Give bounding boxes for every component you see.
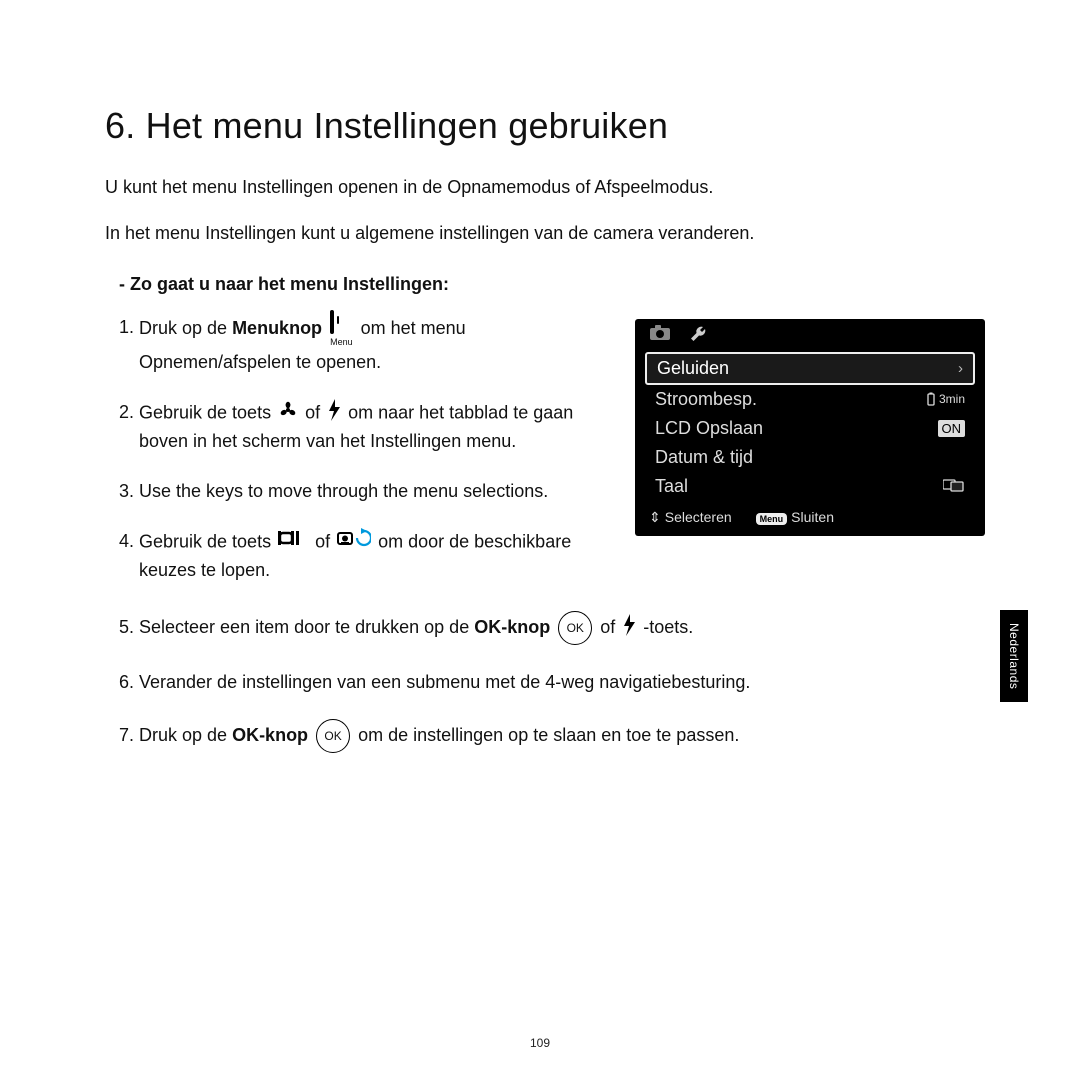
- step-5-text-a: Selecteer een item door te drukken op de: [139, 617, 474, 637]
- menu-chip-icon: Menu: [756, 513, 788, 525]
- step-2-text-a: Gebruik de toets: [139, 402, 276, 422]
- lcd-foot-select: ⇕Selecteren: [649, 509, 732, 526]
- battery-timer-icon: 3min: [925, 392, 965, 406]
- step-7-bold: OK-knop: [232, 725, 308, 745]
- lcd-row-label: Datum & tijd: [655, 447, 753, 468]
- lcd-row-lcdopslaan: LCD Opslaan ON: [645, 414, 975, 443]
- step-7: Druk op de OK-knop OK om de instellingen…: [139, 719, 985, 753]
- lcd-row-label: Taal: [655, 476, 688, 497]
- lcd-row-datumtijd: Datum & tijd: [645, 443, 975, 472]
- language-side-tab: Nederlands: [1000, 610, 1028, 702]
- intro-paragraph-2: In het menu Instellingen kunt u algemene…: [105, 221, 985, 245]
- camera-tab-icon: [649, 325, 671, 348]
- ok-button-icon: OK: [558, 611, 592, 645]
- wrench-tab-icon: [689, 325, 707, 348]
- lcd-row-label: Stroombesp.: [655, 389, 757, 410]
- step-1-text-a: Druk op de: [139, 317, 232, 337]
- step-5-of: of: [595, 617, 620, 637]
- step-4: Gebruik de toets of om door de beschikba…: [139, 528, 613, 583]
- step-1: Druk op de Menuknop Menu om het menu Opn…: [139, 309, 613, 375]
- menu-button-label: Menu: [330, 336, 353, 349]
- display-icon: [278, 529, 308, 556]
- steps-list-cont: Selecteer een item door te drukken op de…: [105, 611, 985, 753]
- camera-lcd-screenshot: Geluiden › Stroombesp. 3min LCD Opslaan …: [635, 319, 985, 536]
- step-6-text: Verander de instellingen van een submenu…: [139, 672, 750, 692]
- flash-icon: [327, 399, 341, 428]
- step-4-text-a: Gebruik de toets: [139, 531, 276, 551]
- macro-flower-icon: [278, 400, 298, 427]
- step-6: Verander de instellingen van een submenu…: [139, 669, 985, 695]
- lcd-row-taal: Taal: [645, 472, 975, 501]
- lcd-tab-bar: [635, 319, 985, 352]
- lcd-foot-close: MenuSluiten: [756, 509, 834, 526]
- step-7-text-a: Druk op de: [139, 725, 232, 745]
- step-3: Use the keys to move through the menu se…: [139, 478, 613, 504]
- updown-icon: ⇕: [649, 509, 661, 525]
- subheading: - Zo gaat u naar het menu Instellingen:: [119, 274, 985, 295]
- lcd-row-geluiden: Geluiden ›: [645, 352, 975, 385]
- step-3-text: Use the keys to move through the menu se…: [139, 481, 548, 501]
- lcd-row-stroombesp: Stroombesp. 3min: [645, 385, 975, 414]
- step-2-of: of: [300, 402, 325, 422]
- intro-paragraph-1: U kunt het menu Instellingen openen in d…: [105, 175, 985, 199]
- lcd-menu-list: Geluiden › Stroombesp. 3min LCD Opslaan …: [635, 352, 985, 505]
- step-2: Gebruik de toets of om naar het tabblad …: [139, 399, 613, 454]
- steps-list: Druk op de Menuknop Menu om het menu Opn…: [105, 309, 613, 584]
- step-5-text-c: -toets.: [638, 617, 693, 637]
- language-icon: [943, 478, 965, 495]
- lcd-footer: ⇕Selecteren MenuSluiten: [635, 505, 985, 536]
- flash-icon: [622, 614, 636, 643]
- on-badge: ON: [938, 420, 966, 437]
- chevron-right-icon: ›: [958, 360, 963, 377]
- step-4-of: of: [310, 531, 335, 551]
- step-7-text-c: om de instellingen op te slaan en toe te…: [358, 725, 739, 745]
- page-title: 6. Het menu Instellingen gebruiken: [105, 105, 985, 147]
- lcd-row-label: Geluiden: [657, 358, 729, 379]
- ok-button-icon: OK: [316, 719, 350, 753]
- step-5-bold: OK-knop: [474, 617, 550, 637]
- lcd-row-label: LCD Opslaan: [655, 418, 763, 439]
- page-number: 109: [0, 1036, 1080, 1050]
- face-timer-icon: [337, 528, 371, 557]
- menu-button-icon: Menu: [330, 309, 353, 349]
- step-1-bold: Menuknop: [232, 317, 322, 337]
- step-5: Selecteer een item door te drukken op de…: [139, 611, 985, 645]
